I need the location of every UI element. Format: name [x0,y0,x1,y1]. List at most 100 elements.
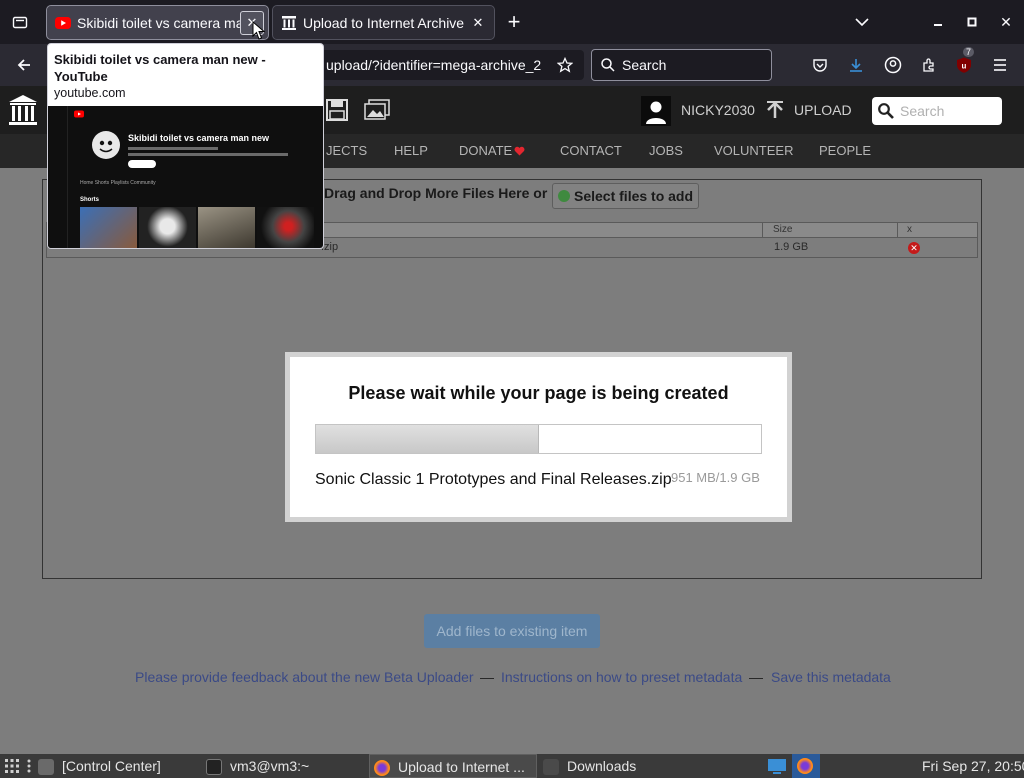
tab-upload[interactable]: Upload to Internet Archive ✕ [272,5,495,40]
back-icon[interactable] [12,53,36,77]
tab-list-icon[interactable] [6,8,34,36]
browser-search-input[interactable]: Search [591,49,772,81]
bookmark-star-icon[interactable] [553,53,577,77]
nav-volunteer[interactable]: VOLUNTEER [714,143,793,158]
archive-logo-icon[interactable] [8,94,38,126]
ublock-icon[interactable]: u 7 [952,47,976,77]
pocket-icon[interactable] [808,53,832,77]
nav-projects[interactable]: JECTS [326,143,367,158]
thumbnail-shorts-label: Shorts [80,197,100,203]
progress-bar [315,424,762,454]
images-icon[interactable] [364,99,390,121]
more-icon[interactable] [26,758,32,774]
taskbar-label: [Control Center] [62,758,161,774]
taskbar-downloads[interactable]: Downloads [543,754,636,778]
control-center-icon [38,759,54,776]
preset-metadata-link[interactable]: Instructions on how to preset metadata [501,669,742,685]
account-icon[interactable] [881,53,905,77]
separator: — [749,669,763,685]
thumbnail-tabs: Home Shorts Playlists Community [80,180,156,186]
extensions-icon[interactable] [917,53,941,77]
taskbar-terminal[interactable]: vm3@vm3:~ [206,754,309,778]
thumbnail-sidebar [48,106,68,248]
minimize-icon[interactable] [924,8,952,36]
list-all-tabs-icon[interactable] [848,8,876,36]
clock[interactable]: Fri Sep 27, 20:50 [922,754,1024,778]
dialog-title: Please wait while your page is being cre… [348,383,729,403]
username-link[interactable]: NICKY2030 [681,102,755,118]
tab-close-icon[interactable]: ✕ [466,11,490,35]
search-placeholder: Search [622,57,667,73]
archive-icon [282,15,296,30]
short-thumbnail [198,207,255,248]
mouse-cursor-icon [252,21,266,40]
preview-thumbnail: Skibidi toilet vs camera man new Home Sh… [48,106,323,248]
tab-preview-tooltip: Skibidi toilet vs camera man new - YouTu… [47,43,324,249]
select-files-label: Select files to add [574,188,694,204]
firefox-icon [797,758,813,774]
firefox-icon [374,760,390,777]
progress-fill [316,425,539,453]
taskbar: [Control Center] vm3@vm3:~ Upload to Int… [0,754,1024,778]
search-icon [601,58,615,72]
nav-donate[interactable]: DONATE [459,143,512,158]
column-size: Size [773,224,793,235]
terminal-icon [206,759,222,776]
separator: — [480,669,494,685]
upload-link[interactable]: UPLOAD [794,102,852,118]
avatar[interactable] [641,96,671,126]
taskbar-firefox-window[interactable]: Upload to Internet ... [369,754,537,778]
url-bar[interactable]: upload/?identifier=mega-archive_2 [310,50,584,80]
nav-jobs[interactable]: JOBS [649,143,683,158]
downloads-icon[interactable] [844,53,868,77]
taskbar-control-center[interactable]: [Control Center] [38,754,161,778]
thumbnail-meta-line [128,147,218,150]
search-placeholder: Search [900,103,945,119]
thumbnail-subscribe [128,160,156,168]
file-size-cell: 1.9 GB [774,241,809,253]
upload-icon[interactable] [765,100,785,122]
preview-title: Skibidi toilet vs camera man new - YouTu… [54,52,266,84]
add-files-button[interactable]: Add files to existing item [424,614,600,648]
apps-grid-icon[interactable] [4,758,20,774]
feedback-link[interactable]: Please provide feedback about the new Be… [135,669,474,685]
tab-strip: Skibidi toilet vs camera man new - YouTu… [0,0,1024,44]
tray-firefox[interactable] [792,754,820,778]
heart-icon [514,146,525,156]
nav-people[interactable]: PEOPLE [819,143,871,158]
nav-contact[interactable]: CONTACT [560,143,622,158]
workspace-icon[interactable] [767,758,787,774]
folder-icon [543,759,559,776]
upload-filename: Sonic Classic 1 Prototypes and Final Rel… [315,471,672,488]
taskbar-label: vm3@vm3:~ [230,758,310,774]
youtube-icon [55,16,71,29]
svg-text:u: u [962,62,967,71]
channel-avatar [92,131,120,159]
short-thumbnail [139,207,196,248]
save-metadata-link[interactable]: Save this metadata [771,669,891,685]
close-window-icon[interactable]: ✕ [992,8,1020,36]
progress-dialog: Please wait while your page is being cre… [285,352,792,522]
extension-badge: 7 [963,47,975,57]
upload-progress-text: 951 MB/1.9 GB [671,470,760,485]
remove-file-icon[interactable]: ✕ [908,242,920,254]
nav-help[interactable]: HELP [394,143,428,158]
drop-instructions: Drag and Drop More Files Here or [324,185,548,201]
taskbar-label: Upload to Internet ... [398,759,525,775]
select-files-button[interactable]: Select files to add [552,183,699,209]
ia-search-input[interactable]: Search [872,97,1002,125]
new-tab-button[interactable]: + [500,8,528,36]
tab-title: Upload to Internet Archive [303,14,465,31]
maximize-icon[interactable] [958,8,986,36]
short-thumbnail [80,207,137,248]
preview-url: youtube.com [54,86,126,100]
tab-youtube[interactable]: Skibidi toilet vs camera man new - YouTu… [46,5,269,40]
menu-icon[interactable] [988,53,1012,77]
software-icon[interactable] [326,99,348,121]
search-icon [878,103,894,119]
thumbnail-channel-title: Skibidi toilet vs camera man new [128,133,270,143]
youtube-logo-icon [74,110,84,118]
column-remove: x [907,224,912,235]
thumbnail-meta-line [128,153,288,156]
taskbar-label: Downloads [567,758,637,774]
